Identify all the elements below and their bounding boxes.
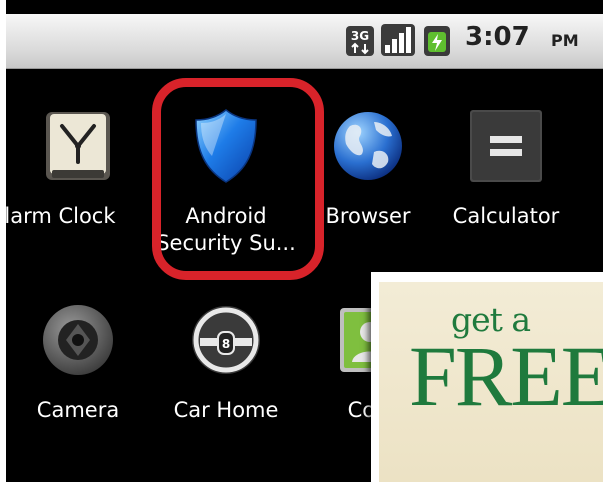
highlight-annotation: [152, 78, 324, 280]
calculator-icon: [470, 110, 542, 182]
app-calculator[interactable]: Calculator: [436, 108, 576, 268]
steering-wheel-icon: 8: [192, 306, 260, 374]
globe-icon: [334, 112, 402, 180]
app-label: Calculator: [452, 204, 560, 228]
battery-charging-icon: [424, 26, 450, 56]
status-bar[interactable]: 3G 3:07 PM: [6, 14, 603, 69]
ad-text-free: FREE: [409, 328, 603, 424]
app-alarm-clock[interactable]: Alarm Clock: [6, 108, 148, 268]
app-label: Camera: [36, 398, 120, 422]
signal-strength-icon: [381, 24, 415, 56]
svg-text:3G: 3G: [351, 29, 369, 43]
screenshot: 3G 3:07 PM larm Clock Android Security S…: [0, 0, 603, 482]
camera-icon: [43, 305, 113, 375]
svg-text:8: 8: [222, 337, 230, 351]
ad-panel: get a FREE: [379, 282, 603, 482]
app-car-home[interactable]: 8 Car Home: [156, 302, 296, 462]
clock-ampm: PM: [551, 31, 579, 50]
app-camera[interactable]: Camera: [8, 302, 148, 462]
ad-banner[interactable]: get a FREE: [371, 272, 603, 482]
3g-data-icon: 3G: [346, 26, 374, 56]
alarm-clock-icon: [46, 112, 110, 180]
app-label: Alarm Clock: [6, 204, 116, 228]
app-label: Car Home: [173, 398, 279, 422]
clock-time: 3:07: [465, 22, 530, 52]
